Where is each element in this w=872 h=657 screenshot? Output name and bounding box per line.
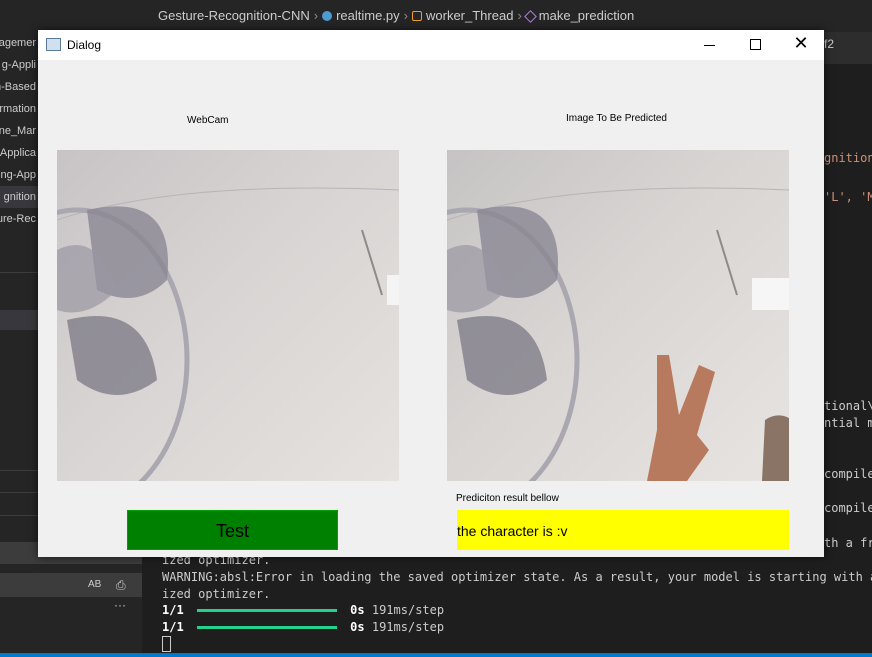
chevron-right-icon: › [517,8,522,23]
sidebar-item[interactable]: ure-Rec [0,208,38,230]
predict-label: Image To Be Predicted [566,113,667,124]
code-text: 'L', 'M [824,190,872,204]
class-icon [412,11,422,21]
terminal-text: compile_ [824,501,872,515]
window-icon [46,38,61,51]
maximize-button[interactable] [733,30,779,60]
dialog-titlebar[interactable]: Dialog ✕ [38,30,824,60]
terminal-cursor[interactable] [162,636,171,652]
breadcrumb-class[interactable]: worker_Thread [426,8,513,23]
webcam-image [57,187,399,481]
webcam-label: WebCam [187,115,229,126]
printer-icon[interactable]: ⎙ [116,578,126,593]
close-icon: ✕ [793,33,809,54]
sidebar-item[interactable]: rmation [0,98,38,120]
sidebar-item[interactable]: g-Appli [0,54,38,76]
chevron-right-icon: › [403,8,408,23]
sidebar-item[interactable]: Applica [0,142,38,164]
sidebar-item[interactable]: agemer [0,32,38,54]
minimize-icon [704,45,715,46]
maximize-icon [750,39,761,50]
close-button[interactable]: ✕ [778,30,824,60]
terminal-text: ntial mo [824,416,872,430]
terminal-progress-line: 1/1 0s 191ms/step [162,620,445,634]
sidebar-item[interactable]: ng-App [0,164,38,186]
progress-bar [196,626,337,629]
terminal-line: WARNING:absl:Error in loading the saved … [162,570,872,584]
breadcrumb-file[interactable]: realtime.py [336,8,400,23]
prediction-image [447,187,789,481]
terminal-line: ized optimizer. [162,587,271,601]
ab-toggle[interactable]: AB [88,579,101,590]
terminal-text: tional\ [824,399,872,413]
breadcrumb: Gesture-Recognition-CNN › realtime.py › work… [158,8,634,23]
python-file-icon [322,11,333,21]
result-caption: Prediciton result bellow [456,493,559,504]
minimize-button[interactable] [687,30,733,60]
progress-bar [196,609,337,612]
method-icon [523,10,537,23]
breadcrumb-project[interactable]: Gesture-Recognition-CNN [158,8,310,23]
status-bar [0,653,872,657]
terminal-text: compile_ [824,467,872,481]
terminal-text: th a fr [824,536,872,550]
test-button[interactable]: Test [127,510,338,550]
chevron-right-icon: › [313,8,319,23]
predicted-image [447,150,789,481]
more-icon[interactable]: ··· [114,598,126,612]
dialog-window: Dialog ✕ WebCam Image To Be Predicted Pr… [38,30,824,557]
sidebar-item-active[interactable]: gnition [0,186,38,208]
sidebar-item[interactable]: n-Based [0,76,38,98]
prediction-result: the character is :v [457,510,789,550]
terminal-progress-line: 1/1 0s 191ms/step [162,603,445,617]
code-text: gnition [824,151,872,165]
tab-label: f2 [824,37,835,51]
dialog-title: Dialog [67,38,102,52]
webcam-feed [57,150,399,481]
sidebar-item[interactable]: ne_Mar [0,120,38,142]
breadcrumb-method[interactable]: make_prediction [539,8,634,23]
